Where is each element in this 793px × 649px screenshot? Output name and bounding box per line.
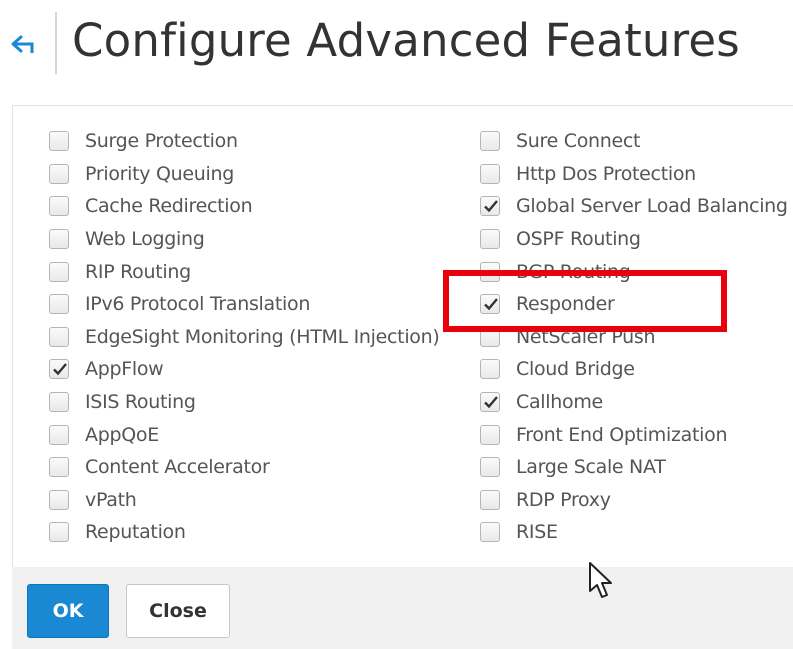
feature-option-cloud-bridge[interactable]: Cloud Bridge [480,353,788,386]
feature-checkbox[interactable] [49,229,69,250]
feature-label: RISE [516,521,558,544]
feature-checkbox[interactable] [480,424,500,445]
feature-label: Sure Connect [516,130,641,153]
feature-checkbox[interactable] [49,457,69,478]
feature-option-responder[interactable]: Responder [480,288,788,321]
feature-option-surge-protection[interactable]: Surge Protection [49,125,439,158]
feature-checkbox[interactable] [49,261,69,282]
feature-label: AppFlow [85,358,164,381]
feature-option-appqoe[interactable]: AppQoE [49,418,439,451]
feature-checkbox[interactable] [49,489,69,510]
feature-option-front-end-optimization[interactable]: Front End Optimization [480,418,788,451]
feature-label: Reputation [85,521,186,544]
feature-option-edgesight-monitoring-html-injection[interactable]: EdgeSight Monitoring (HTML Injection) [49,321,440,354]
feature-label: OSPF Routing [516,228,641,251]
feature-option-bgp-routing[interactable]: BGP Routing [480,255,788,288]
feature-label: Http Dos Protection [516,162,696,185]
feature-option-reputation[interactable]: Reputation [49,516,439,549]
feature-label: EdgeSight Monitoring (HTML Injection) [85,325,440,348]
feature-checkbox[interactable] [480,457,500,478]
feature-checkbox[interactable] [480,294,500,315]
feature-checkbox[interactable] [49,522,69,543]
feature-checkbox[interactable] [49,359,69,380]
feature-option-rdp-proxy[interactable]: RDP Proxy [480,484,788,517]
feature-label: Responder [516,293,615,316]
feature-label: Front End Optimization [516,423,728,446]
feature-checkbox[interactable] [480,229,500,250]
feature-checkbox[interactable] [480,489,500,510]
feature-label: RIP Routing [85,260,191,283]
feature-label: Priority Queuing [85,162,234,185]
feature-option-cache-redirection[interactable]: Cache Redirection [49,190,439,223]
checkmark-icon [484,298,498,311]
feature-checkbox[interactable] [480,326,500,347]
feature-option-rise[interactable]: RISE [480,516,788,549]
feature-checkbox[interactable] [49,196,69,217]
close-button[interactable]: Close [126,584,230,638]
features-panel: Surge Protection Priority Queuing Cache Re… [12,105,793,568]
feature-option-vpath[interactable]: vPath [49,484,439,517]
feature-option-sure-connect[interactable]: Sure Connect [480,125,788,158]
checkmark-icon [53,363,67,376]
back-arrow-icon[interactable] [10,34,38,56]
feature-checkbox[interactable] [49,131,69,152]
feature-option-global-server-load-balancing[interactable]: Global Server Load Balancing [480,190,788,223]
feature-label: RDP Proxy [516,488,611,511]
feature-label: NetScaler Push [516,325,656,348]
feature-checkbox[interactable] [480,392,500,413]
feature-checkbox[interactable] [480,261,500,282]
page-title: Configure Advanced Features [72,14,740,67]
header-divider [55,12,57,74]
features-left-column: Surge Protection Priority Queuing Cache Re… [49,125,440,549]
checkmark-icon [484,200,498,213]
feature-option-ospf-routing[interactable]: OSPF Routing [480,223,788,256]
feature-option-web-logging[interactable]: Web Logging [49,223,439,256]
feature-checkbox[interactable] [49,294,69,315]
feature-label: Global Server Load Balancing [516,195,788,218]
feature-checkbox[interactable] [480,359,500,380]
feature-label: Large Scale NAT [516,456,666,479]
feature-checkbox[interactable] [49,424,69,445]
feature-option-appflow[interactable]: AppFlow [49,353,439,386]
feature-label: vPath [85,488,137,511]
feature-label: Callhome [516,391,603,414]
features-right-column: Sure Connect Http Dos Protection Global Se… [480,125,788,549]
feature-label: Cache Redirection [85,195,253,218]
feature-label: Cloud Bridge [516,358,635,381]
feature-option-netscaler-push[interactable]: NetScaler Push [480,321,788,354]
feature-checkbox[interactable] [480,196,500,217]
feature-label: Content Accelerator [85,456,270,479]
feature-option-ipv6-protocol-translation[interactable]: IPv6 Protocol Translation [49,288,439,321]
ok-button[interactable]: OK [27,584,109,638]
feature-checkbox[interactable] [480,131,500,152]
dialog-footer: OK Close [12,567,793,649]
feature-option-priority-queuing[interactable]: Priority Queuing [49,158,439,191]
feature-checkbox[interactable] [480,163,500,184]
feature-option-rip-routing[interactable]: RIP Routing [49,255,439,288]
feature-label: ISIS Routing [85,391,196,414]
feature-label: Web Logging [85,228,205,251]
feature-checkbox[interactable] [49,392,69,413]
feature-checkbox[interactable] [49,163,69,184]
feature-checkbox[interactable] [49,326,69,347]
feature-option-content-accelerator[interactable]: Content Accelerator [49,451,439,484]
mouse-cursor-icon [588,561,614,605]
checkmark-icon [484,396,498,409]
feature-label: BGP Routing [516,260,631,283]
feature-label: AppQoE [85,423,159,446]
feature-label: IPv6 Protocol Translation [85,293,311,316]
feature-label: Surge Protection [85,130,238,153]
feature-option-callhome[interactable]: Callhome [480,386,788,419]
feature-option-large-scale-nat[interactable]: Large Scale NAT [480,451,788,484]
feature-checkbox[interactable] [480,522,500,543]
feature-option-http-dos-protection[interactable]: Http Dos Protection [480,158,788,191]
feature-option-isis-routing[interactable]: ISIS Routing [49,386,439,419]
configure-advanced-features-page: Configure Advanced Features Surge Protec… [0,0,793,649]
